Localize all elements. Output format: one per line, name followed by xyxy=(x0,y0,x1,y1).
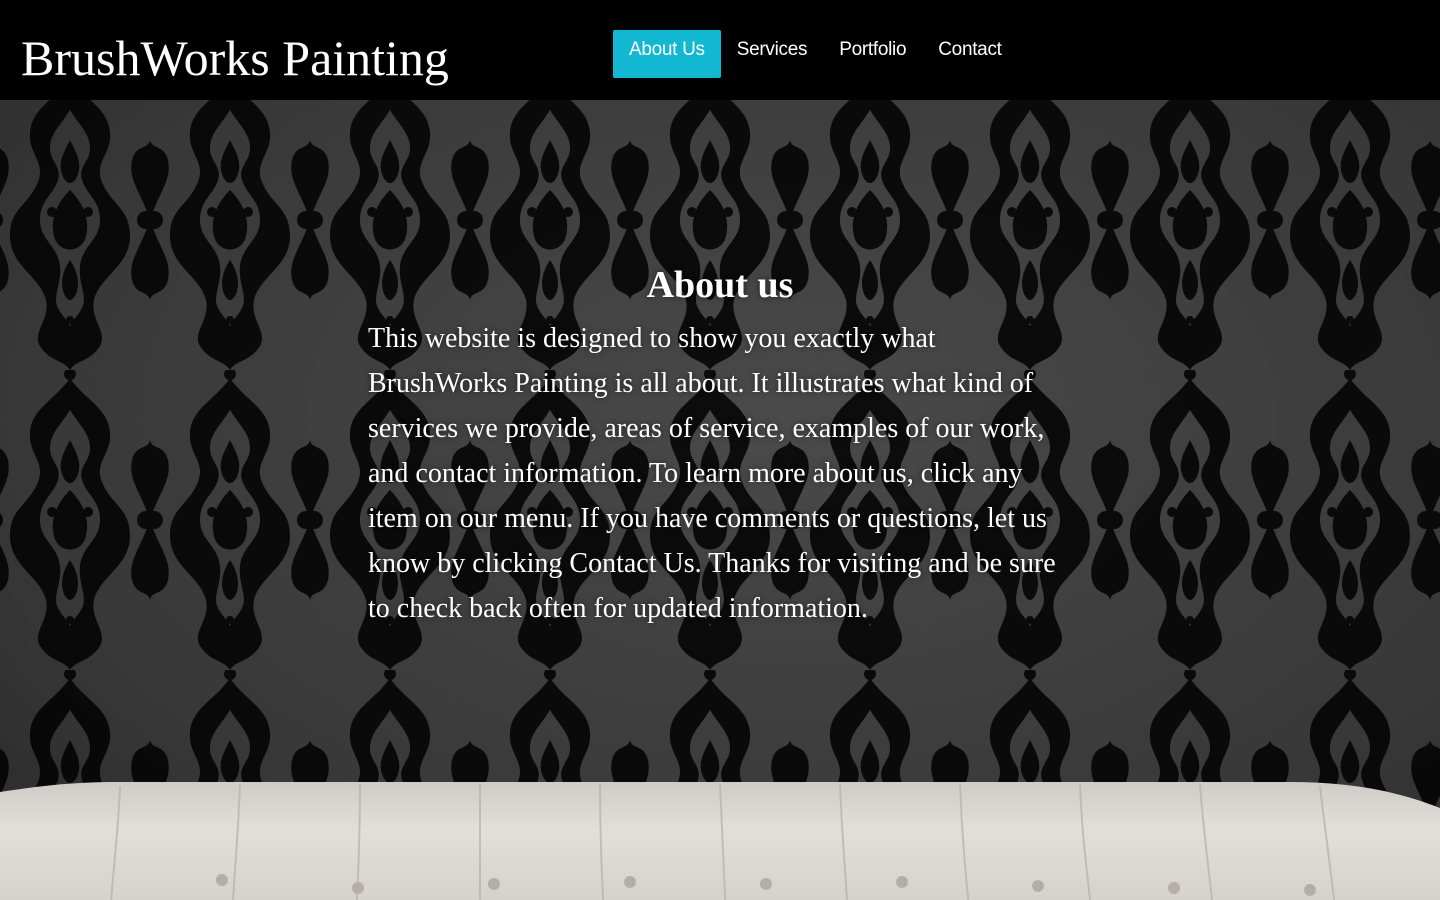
nav-item-portfolio[interactable]: Portfolio xyxy=(823,30,922,78)
sofa-image xyxy=(0,782,1440,900)
site-logo-text[interactable]: BrushWorks Painting xyxy=(21,28,449,88)
main-nav: About Us Services Portfolio Contact xyxy=(613,30,1018,78)
nav-item-services[interactable]: Services xyxy=(721,30,823,78)
about-heading: About us xyxy=(646,264,794,306)
about-paragraph: This website is designed to show you exa… xyxy=(368,323,1056,624)
nav-item-about-us[interactable]: About Us xyxy=(613,30,721,78)
site-header: BrushWorks Painting About Us Services Po… xyxy=(0,0,1440,100)
nav-item-contact[interactable]: Contact xyxy=(922,30,1017,78)
